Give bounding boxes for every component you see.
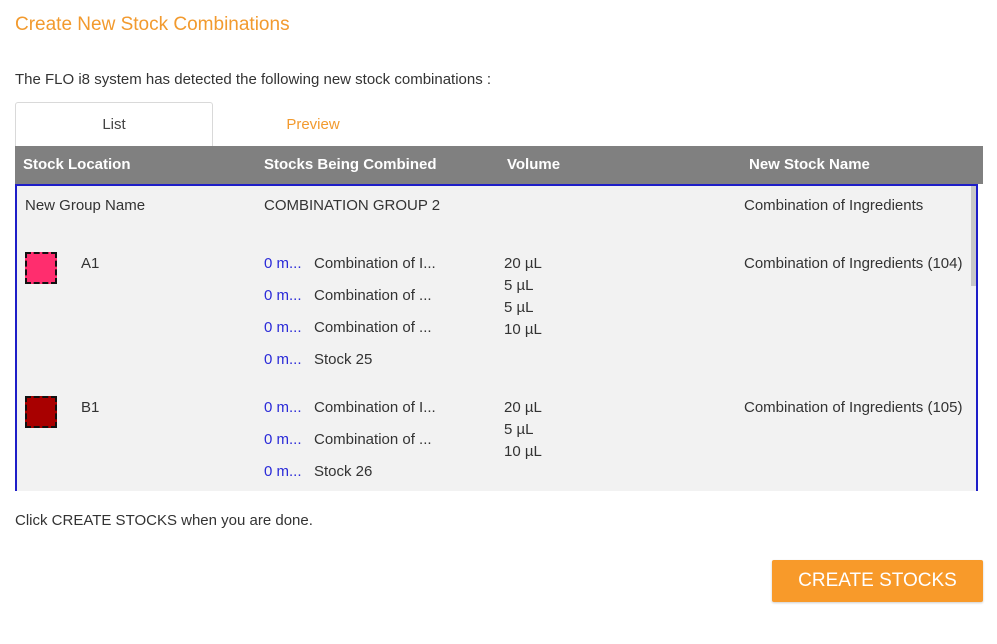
stock-name: Combination of I... xyxy=(314,255,436,272)
stock-name: Stock 26 xyxy=(314,463,373,480)
location-swatch xyxy=(25,396,57,428)
group-new-stock-name: Combination of Ingredients xyxy=(744,197,924,214)
column-header-new-stock-name: New Stock Name xyxy=(749,156,870,173)
stock-qty-link[interactable]: 0 m... xyxy=(264,399,302,416)
stock-name: Stock 25 xyxy=(314,351,373,368)
stock-name: Combination of ... xyxy=(314,287,432,304)
table-body[interactable]: New Group Name COMBINATION GROUP 2 Combi… xyxy=(15,184,978,491)
tab-list[interactable]: List xyxy=(15,102,213,146)
stock-qty-link[interactable]: 0 m... xyxy=(264,431,302,448)
dialog-title: Create New Stock Combinations xyxy=(15,14,290,35)
column-header-stocks-being-combined: Stocks Being Combined xyxy=(264,156,437,173)
table-header: Stock Location Stocks Being Combined Vol… xyxy=(15,146,983,184)
new-stock-name: Combination of Ingredients (105) xyxy=(744,399,963,416)
group-label: New Group Name xyxy=(25,197,146,214)
stock-name: Combination of I... xyxy=(314,399,436,416)
group-name: COMBINATION GROUP 2 xyxy=(264,197,441,214)
volume-value: 5 µL xyxy=(504,299,534,316)
location-label: A1 xyxy=(81,255,100,272)
create-stocks-button[interactable]: CREATE STOCKS xyxy=(772,560,983,602)
column-header-volume: Volume xyxy=(507,156,561,173)
footer-note: Click CREATE STOCKS when you are done. xyxy=(15,512,313,529)
stock-name: Combination of ... xyxy=(314,319,432,336)
tab-preview[interactable]: Preview xyxy=(213,102,413,146)
volume-value: 20 µL xyxy=(504,255,542,272)
volume-value: 5 µL xyxy=(504,421,534,438)
stock-qty-link[interactable]: 0 m... xyxy=(264,255,302,272)
volume-value: 10 µL xyxy=(504,321,542,338)
stock-name: Combination of ... xyxy=(314,431,432,448)
volume-value: 10 µL xyxy=(504,443,542,460)
volume-value: 5 µL xyxy=(504,277,534,294)
scrollbar-thumb[interactable] xyxy=(971,186,976,286)
location-label: B1 xyxy=(81,399,100,416)
tab-bar: List Preview xyxy=(15,102,983,146)
location-swatch xyxy=(25,252,57,284)
new-stock-name: Combination of Ingredients (104) xyxy=(744,255,963,272)
stock-qty-link[interactable]: 0 m... xyxy=(264,463,302,480)
column-header-stock-location: Stock Location xyxy=(23,156,131,173)
stock-qty-link[interactable]: 0 m... xyxy=(264,351,302,368)
volume-value: 20 µL xyxy=(504,399,542,416)
stock-qty-link[interactable]: 0 m... xyxy=(264,287,302,304)
intro-text: The FLO i8 system has detected the follo… xyxy=(15,71,492,88)
stock-qty-link[interactable]: 0 m... xyxy=(264,319,302,336)
